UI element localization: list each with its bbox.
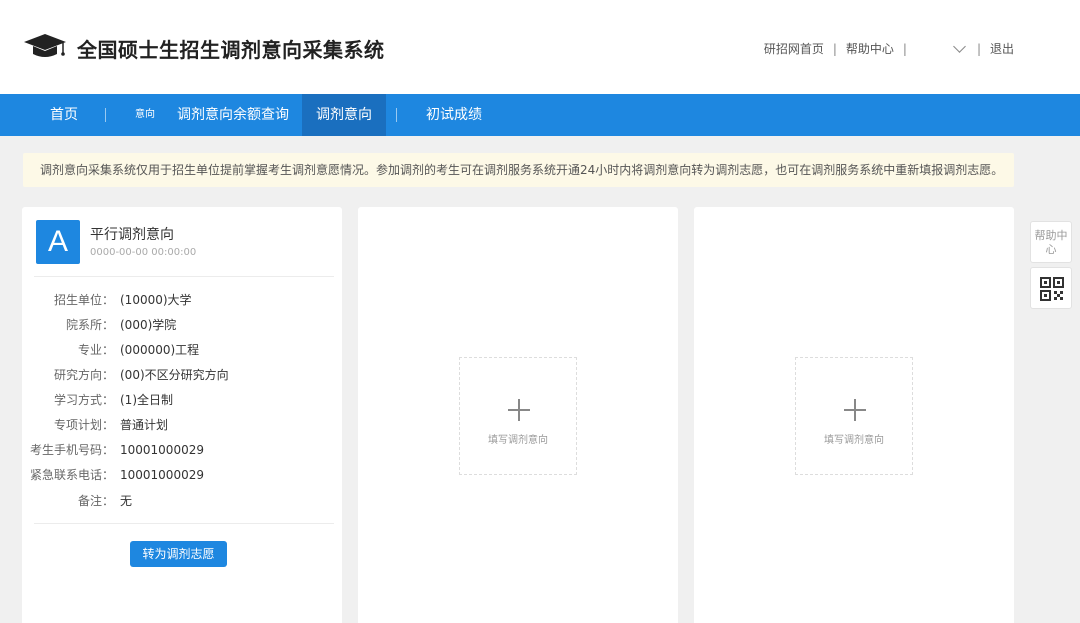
- nav-item-scores[interactable]: 初试成绩: [426, 94, 482, 136]
- convert-to-choice-button[interactable]: 转为调剂志愿: [130, 541, 227, 567]
- site-title: 全国硕士生招生调剂意向采集系统: [77, 38, 385, 62]
- info-row-major: 专业： (000000)工程: [22, 341, 342, 359]
- plus-icon: [844, 399, 866, 421]
- link-separator: |: [832, 41, 837, 56]
- info-value: 普通计划: [120, 418, 169, 432]
- user-dropdown[interactable]: [916, 39, 966, 53]
- link-separator: |: [902, 41, 907, 56]
- info-label: 紧急联系电话：: [29, 468, 114, 482]
- top-links: 研招网首页 | 帮助中心 | | 退出: [764, 39, 1014, 57]
- float-help-center-button[interactable]: 帮助中心: [1030, 221, 1072, 263]
- info-value: (10000)大学: [120, 293, 192, 307]
- info-row-remarks: 备注： 无: [22, 492, 342, 510]
- card-title: 平行调剂意向: [90, 227, 174, 243]
- info-label: 备注：: [77, 494, 114, 508]
- help-center-link[interactable]: 帮助中心: [846, 40, 894, 57]
- info-row-phone: 考生手机号码： 10001000029: [22, 441, 342, 459]
- nav-item-balance-query[interactable]: 调剂意向余额查询: [177, 94, 289, 136]
- empty-intent-card: 填写调剂意向: [694, 207, 1014, 623]
- divider: [34, 523, 334, 524]
- info-row-special-plan: 专项计划： 普通计划: [22, 416, 342, 434]
- link-separator: |: [976, 41, 981, 56]
- divider: [34, 276, 334, 277]
- empty-intent-card: 填写调剂意向: [358, 207, 678, 623]
- notice-banner: 调剂意向采集系统仅用于招生单位提前掌握考生调剂意愿情况。参加调剂的考生可在调剂服…: [23, 153, 1014, 187]
- info-label: 院系所：: [65, 318, 114, 332]
- plus-icon: [508, 399, 530, 421]
- info-value: 10001000029: [120, 443, 204, 457]
- graduation-cap-icon: [24, 34, 66, 57]
- intent-card: A 平行调剂意向 0000-00-00 00:00:00 招生单位： (1000…: [22, 207, 342, 623]
- nav-separator: [396, 108, 397, 122]
- info-value: (00)不区分研究方向: [120, 368, 229, 382]
- info-value: 无: [120, 494, 133, 508]
- info-value: (000000)工程: [120, 343, 200, 357]
- add-intent-label: 填写调剂意向: [824, 435, 884, 446]
- info-row-unit: 招生单位： (10000)大学: [22, 291, 342, 309]
- nav-item-home[interactable]: 首页: [50, 94, 78, 136]
- info-value: (1)全日制: [120, 393, 173, 407]
- main-nav: 首页 意向 调剂意向余额查询 调剂意向 初试成绩: [0, 94, 1080, 136]
- info-row-emergency-phone: 紧急联系电话： 10001000029: [22, 466, 342, 484]
- add-intent-label: 填写调剂意向: [488, 435, 548, 446]
- info-label: 专项计划：: [53, 418, 114, 432]
- info-label: 专业：: [77, 343, 114, 357]
- info-value: (000)学院: [120, 318, 177, 332]
- info-label: 研究方向：: [53, 368, 114, 382]
- logout-link[interactable]: 退出: [990, 40, 1014, 57]
- chevron-down-icon: [953, 39, 966, 53]
- nav-small-label: 意向: [135, 109, 155, 120]
- info-value: 10001000029: [120, 468, 204, 482]
- info-label: 考生手机号码：: [29, 443, 114, 457]
- qrcode-icon: [1040, 277, 1064, 301]
- header: 全国硕士生招生调剂意向采集系统 研招网首页 | 帮助中心 | | 退出: [0, 0, 1080, 94]
- nav-separator: [105, 108, 106, 122]
- info-row-research-direction: 研究方向： (00)不区分研究方向: [22, 366, 342, 384]
- add-intent-button[interactable]: 填写调剂意向: [795, 357, 913, 475]
- home-link[interactable]: 研招网首页: [764, 40, 824, 57]
- nav-item-intent[interactable]: 调剂意向: [302, 94, 386, 136]
- float-qrcode-button[interactable]: [1030, 267, 1072, 309]
- info-label: 招生单位：: [53, 293, 114, 307]
- info-label: 学习方式：: [53, 393, 114, 407]
- avatar: A: [36, 220, 80, 264]
- info-row-study-mode: 学习方式： (1)全日制: [22, 391, 342, 409]
- card-timestamp: 0000-00-00 00:00:00: [90, 247, 197, 258]
- add-intent-button[interactable]: 填写调剂意向: [459, 357, 577, 475]
- info-row-department: 院系所： (000)学院: [22, 316, 342, 334]
